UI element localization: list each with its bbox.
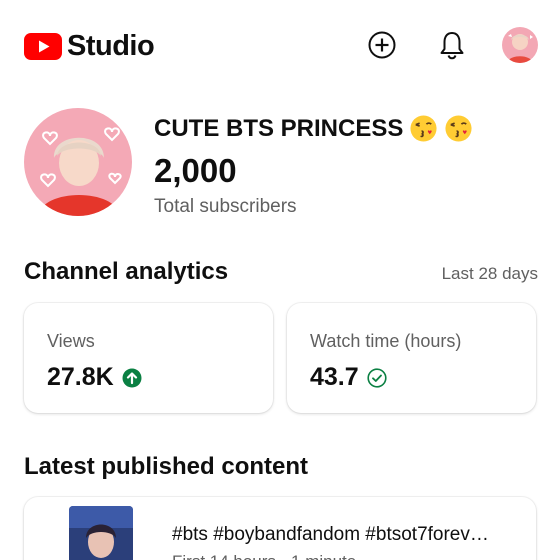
account-avatar[interactable] — [502, 27, 538, 63]
channel-avatar-image — [24, 108, 132, 216]
analytics-period: Last 28 days — [441, 264, 538, 283]
create-icon — [368, 31, 396, 59]
views-label: Views — [47, 331, 95, 351]
subscriber-label: Total subscribers — [154, 196, 297, 217]
watch-time-card[interactable]: Watch time (hours) 43.7 — [287, 303, 536, 413]
check-circle-icon — [367, 367, 387, 388]
up-arrow-circle-icon — [122, 368, 142, 388]
notifications-bell-icon — [440, 32, 464, 60]
analytics-heading: Channel analytics — [24, 258, 229, 285]
latest-content-card[interactable]: #bts #boybandfandom #btsot7forev… First … — [24, 497, 536, 560]
video-thumbnail-image — [69, 506, 133, 560]
channel-name: CUTE BTS PRINCESS — [154, 114, 473, 143]
notifications-button[interactable] — [435, 28, 469, 62]
create-button[interactable] — [365, 28, 399, 62]
views-value: 27.8K — [47, 363, 114, 391]
watch-time-value-row: 43.7 — [310, 363, 387, 392]
youtube-logo-icon — [24, 33, 62, 60]
watch-time-value: 43.7 — [310, 363, 359, 391]
views-card[interactable]: Views 27.8K — [24, 303, 273, 413]
content-title: #bts #boybandfandom #btsot7forev… — [172, 524, 489, 545]
watch-time-label: Watch time (hours) — [310, 331, 462, 351]
kiss-emoji-icon — [410, 115, 437, 142]
studio-logo[interactable]: Studio — [24, 30, 155, 63]
channel-avatar[interactable] — [24, 108, 132, 216]
latest-content-heading: Latest published content — [24, 453, 309, 480]
content-subtitle: First 14 hours · 1 minute — [172, 552, 356, 560]
logo-text: Studio — [67, 30, 155, 62]
views-value-row: 27.8K — [47, 363, 142, 392]
kiss-emoji-icon — [445, 115, 472, 142]
channel-summary: CUTE BTS PRINCESS 2,000 Total subscriber… — [24, 108, 536, 218]
video-thumbnail[interactable] — [69, 506, 133, 560]
channel-name-text: CUTE BTS PRINCESS — [154, 114, 404, 142]
subscriber-count: 2,000 — [154, 152, 237, 189]
app-header: Studio — [0, 0, 560, 92]
account-avatar-image — [502, 27, 538, 63]
